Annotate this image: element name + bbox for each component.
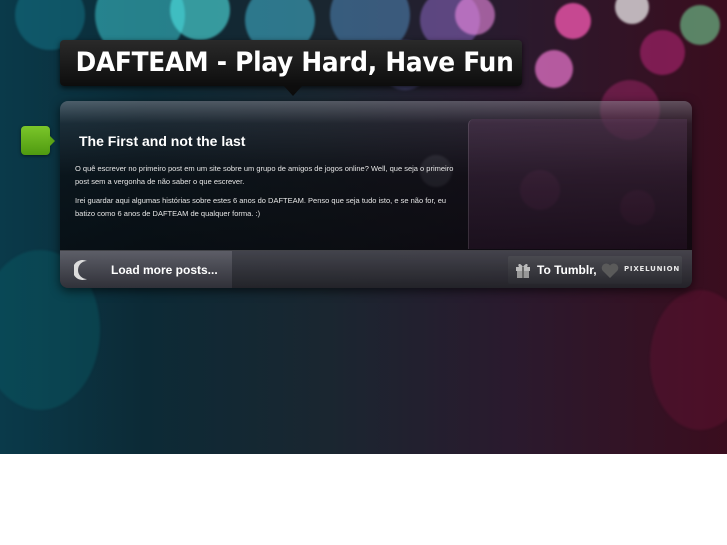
load-more-label: Load more posts... <box>111 263 218 277</box>
spinner-icon <box>74 260 87 280</box>
site-header: DAFTEAM - Play Hard, Have Fun <box>60 40 522 86</box>
post-panel: The First and not the last O quê escreve… <box>60 101 692 288</box>
post-footer-bar: Load more posts... To Tumblr, PIXELUNION <box>60 250 692 288</box>
gift-icon <box>516 263 530 278</box>
post-paragraph: Irei guardar aqui algumas histórias sobr… <box>75 196 447 218</box>
post-title[interactable]: The First and not the last <box>79 133 245 149</box>
tumblr-label: To Tumblr, <box>537 263 597 277</box>
document-icon[interactable] <box>21 126 55 155</box>
heart-icon <box>601 263 619 278</box>
load-more-button[interactable]: Load more posts... <box>60 251 232 288</box>
post-body: O quê escrever no primeiro post em um si… <box>75 163 460 227</box>
pixelunion-credit: PIXELUNION <box>624 265 681 273</box>
post-paragraph: O quê escrever no primeiro post em um si… <box>75 164 454 186</box>
site-title[interactable]: DAFTEAM - Play Hard, Have Fun <box>60 40 514 86</box>
tumblr-credit-button[interactable]: To Tumblr, PIXELUNION <box>508 256 682 284</box>
post-side-panel <box>468 119 687 249</box>
title-pointer <box>284 86 302 96</box>
